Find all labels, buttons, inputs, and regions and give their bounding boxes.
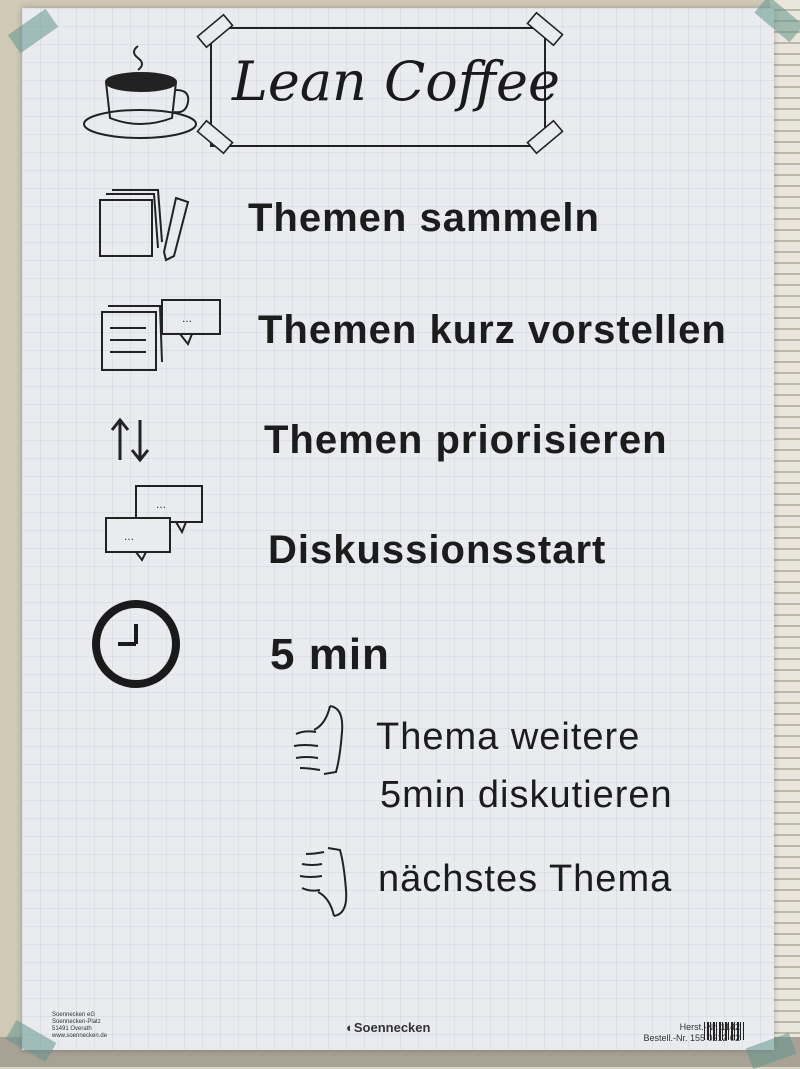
barcode [704, 1022, 744, 1040]
speech-bubbles-icon: … … [105, 485, 203, 562]
substep-line: nächstes Thema [378, 858, 673, 900]
svg-text:…: … [182, 314, 192, 325]
notes-speech-bubble-icon: … [101, 299, 221, 371]
substep-line: Thema weitere [376, 716, 641, 758]
coffee-cup-icon [83, 45, 197, 139]
address-line: Soennecken eG [52, 1012, 96, 1018]
step-label: Themen priorisieren [264, 418, 668, 462]
sort-arrows-icon [110, 417, 150, 463]
brand-name: Soennecken [353, 1020, 431, 1035]
manufacturer-address: Soennecken eG Soennecken-Platz 51491 Ove… [52, 1012, 107, 1040]
address-line: www.soennecken.de [52, 1033, 108, 1039]
thumbs-down-icon [299, 847, 348, 917]
poster-title: Lean Coffee [232, 50, 560, 113]
clock-icon [92, 600, 180, 688]
address-line: Soennecken-Platz [52, 1019, 101, 1025]
step-label: Themen kurz vorstellen [258, 308, 727, 352]
step-label: 5 min [270, 630, 390, 679]
svg-text:…: … [156, 500, 166, 511]
svg-text:…: … [124, 532, 134, 543]
step-label: Themen sammeln [248, 196, 600, 240]
thumbs-up-icon [293, 705, 344, 775]
sticky-notes-pencil-icon [99, 189, 190, 262]
address-line: 51491 Overath [52, 1026, 92, 1032]
substep-line: 5min diskutieren [380, 774, 673, 816]
brand-logo: ◐Soennecken [346, 1020, 431, 1035]
step-label: Diskussionsstart [268, 528, 607, 572]
